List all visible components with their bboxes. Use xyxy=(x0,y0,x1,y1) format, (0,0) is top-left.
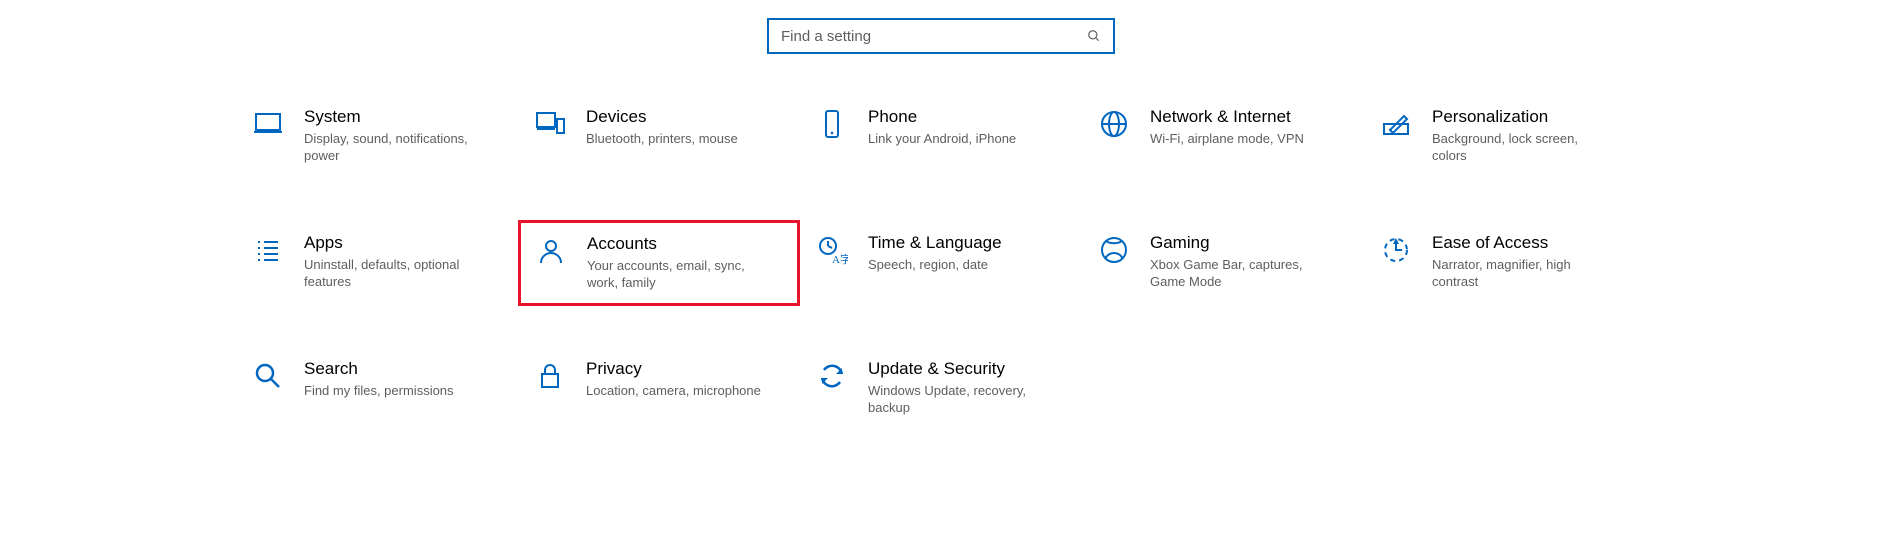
phone-icon xyxy=(814,106,850,142)
person-icon xyxy=(533,233,569,269)
category-devices[interactable]: Devices Bluetooth, printers, mouse xyxy=(518,94,800,180)
category-description: Narrator, magnifier, high contrast xyxy=(1432,256,1612,290)
category-description: Display, sound, notifications, power xyxy=(304,130,484,164)
settings-grid: SystemDisplay, sound, notifications, pow… xyxy=(236,94,1646,432)
pen-icon xyxy=(1378,106,1414,142)
category-description: Wi-Fi, airplane mode, VPN xyxy=(1150,130,1330,147)
category-title: Network & Internet xyxy=(1150,106,1350,128)
category-accounts[interactable]: AccountsYour accounts, email, sync, work… xyxy=(518,220,800,306)
category-title: Privacy xyxy=(586,358,786,380)
category-system[interactable]: SystemDisplay, sound, notifications, pow… xyxy=(236,94,518,180)
category-description: Your accounts, email, sync, work, family xyxy=(587,257,767,291)
xbox-icon xyxy=(1096,232,1132,268)
category-description: Uninstall, defaults, optional features xyxy=(304,256,484,290)
category-privacy[interactable]: Privacy Location, camera, microphone xyxy=(518,346,800,432)
category-title: Update & Security xyxy=(868,358,1068,380)
category-phone[interactable]: Phone Link your Android, iPhone xyxy=(800,94,1082,180)
category-time[interactable]: Time & Language Speech, region, date xyxy=(800,220,1082,306)
category-description: Find my files, permissions xyxy=(304,382,484,399)
category-description: Background, lock screen, colors xyxy=(1432,130,1612,164)
category-description: Bluetooth, printers, mouse xyxy=(586,130,766,147)
sync-icon xyxy=(814,358,850,394)
category-title: Apps xyxy=(304,232,504,254)
category-title: Personalization xyxy=(1432,106,1632,128)
search-icon xyxy=(250,358,286,394)
category-title: Phone xyxy=(868,106,1068,128)
category-network[interactable]: Network & Internet Wi-Fi, airplane mode, … xyxy=(1082,94,1364,180)
category-title: Time & Language xyxy=(868,232,1068,254)
category-search[interactable]: Search Find my files, permissions xyxy=(236,346,518,432)
ease-icon xyxy=(1378,232,1414,268)
category-description: Location, camera, microphone xyxy=(586,382,766,399)
category-personalization[interactable]: PersonalizationBackground, lock screen, … xyxy=(1364,94,1646,180)
category-description: Link your Android, iPhone xyxy=(868,130,1048,147)
search-icon xyxy=(1085,27,1103,45)
category-description: Xbox Game Bar, captures, Game Mode xyxy=(1150,256,1330,290)
category-description: Windows Update, recovery, backup xyxy=(868,382,1048,416)
globe-icon xyxy=(1096,106,1132,142)
category-description: Speech, region, date xyxy=(868,256,1048,273)
category-apps[interactable]: AppsUninstall, defaults, optional featur… xyxy=(236,220,518,306)
lock-icon xyxy=(532,358,568,394)
category-ease[interactable]: Ease of AccessNarrator, magnifier, high … xyxy=(1364,220,1646,306)
category-title: Devices xyxy=(586,106,786,128)
search-box[interactable] xyxy=(767,18,1115,54)
category-gaming[interactable]: GamingXbox Game Bar, captures, Game Mode xyxy=(1082,220,1364,306)
laptop-icon xyxy=(250,106,286,142)
category-title: Gaming xyxy=(1150,232,1350,254)
category-title: Ease of Access xyxy=(1432,232,1632,254)
list-icon xyxy=(250,232,286,268)
devices-icon xyxy=(532,106,568,142)
search-input[interactable] xyxy=(779,27,1085,46)
category-title: Search xyxy=(304,358,504,380)
category-title: Accounts xyxy=(587,233,785,255)
time-lang-icon xyxy=(814,232,850,268)
category-update[interactable]: Update & SecurityWindows Update, recover… xyxy=(800,346,1082,432)
category-title: System xyxy=(304,106,504,128)
